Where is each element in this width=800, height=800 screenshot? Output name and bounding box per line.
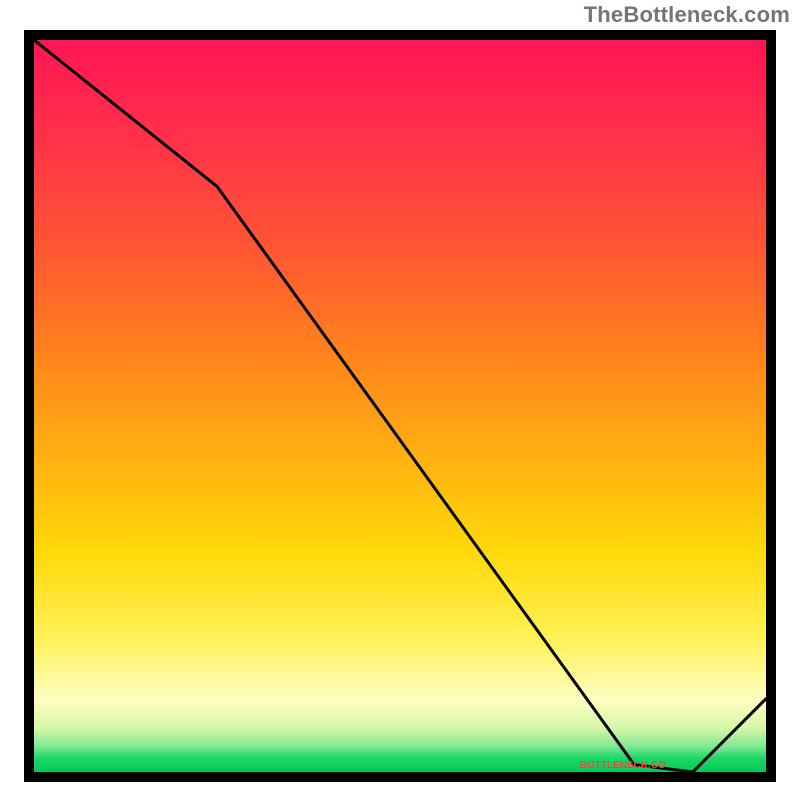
- bottleneck-annotation: BOTTLENECK.CO: [580, 760, 666, 771]
- line-plot: [34, 40, 766, 772]
- chart-container: TheBottleneck.com BOTTLENECK.CO: [0, 0, 800, 800]
- watermark-text: TheBottleneck.com: [584, 2, 790, 28]
- plot-frame: BOTTLENECK.CO: [24, 30, 776, 782]
